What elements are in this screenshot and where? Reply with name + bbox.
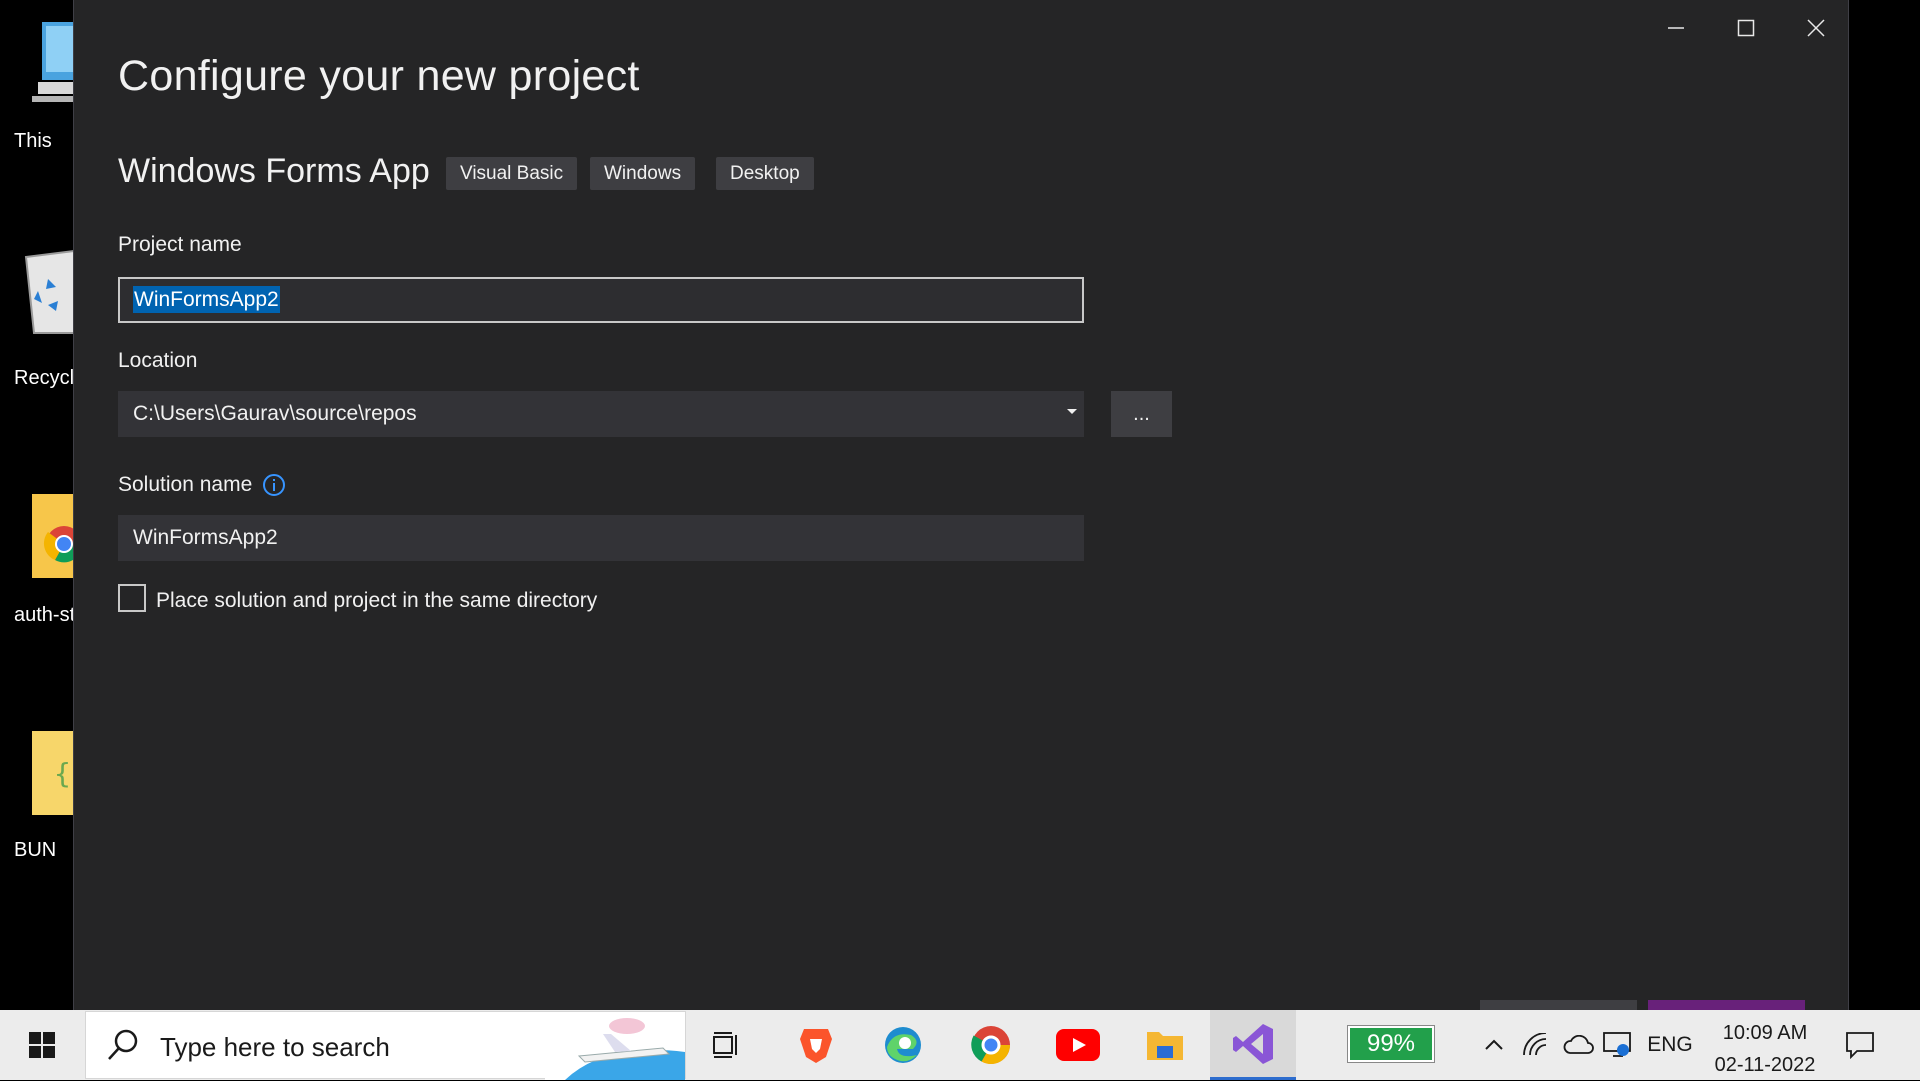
cloud-icon	[1563, 1035, 1594, 1054]
taskbar-file-explorer[interactable]	[1122, 1010, 1208, 1080]
visual-studio-icon	[1233, 1023, 1273, 1064]
folder-icon	[1147, 1032, 1183, 1060]
page-title: Configure your new project	[118, 52, 640, 100]
configure-project-dialog: Configure your new project Windows Forms…	[73, 0, 1849, 1020]
system-clock[interactable]: 10:09 AM 02-11-2022	[1705, 1017, 1825, 1081]
search-highlight-airplane-icon	[545, 1012, 685, 1080]
brave-icon	[800, 1029, 832, 1063]
clock-date: 02-11-2022	[1714, 1054, 1816, 1076]
edge-icon	[885, 1027, 921, 1063]
location-combobox[interactable]: C:\Users\Gaurav\source\repos	[118, 391, 1084, 437]
taskbar: Type here to search 99% ENG 10:09 AM 02-…	[0, 1010, 1920, 1080]
maximize-button[interactable]	[1718, 10, 1774, 46]
same-directory-checkbox[interactable]	[118, 584, 146, 612]
minimize-icon	[1668, 27, 1684, 29]
folder-icon: {}	[32, 731, 76, 815]
location-label: Location	[118, 349, 198, 372]
info-icon[interactable]	[262, 473, 286, 497]
youtube-icon	[1056, 1029, 1100, 1061]
taskbar-search-box[interactable]: Type here to search	[85, 1011, 686, 1080]
clock-time: 10:09 AM	[1722, 1022, 1808, 1044]
project-name-label: Project name	[118, 233, 242, 256]
show-hidden-icons-button[interactable]	[1474, 1010, 1514, 1080]
solution-name-label-row: Solution name	[118, 473, 286, 497]
taskbar-visual-studio[interactable]	[1210, 1010, 1296, 1080]
same-directory-label[interactable]: Place solution and project in the same d…	[156, 589, 597, 613]
taskbar-brave[interactable]	[773, 1010, 859, 1080]
windows-logo-icon	[29, 1032, 55, 1058]
task-view-icon	[713, 1032, 737, 1058]
taskbar-task-view[interactable]	[685, 1010, 771, 1080]
location-value: C:\Users\Gaurav\source\repos	[133, 402, 417, 425]
computer-icon	[32, 22, 76, 102]
notification-icon	[1846, 1032, 1874, 1059]
platform-tag: Windows	[590, 157, 696, 190]
network-button[interactable]	[1516, 1010, 1556, 1080]
recycle-bin-icon	[24, 249, 75, 334]
onedrive-button[interactable]	[1558, 1010, 1598, 1080]
battery-indicator[interactable]: 99%	[1347, 1025, 1435, 1063]
solution-name-label: Solution name	[118, 473, 253, 496]
taskbar-youtube[interactable]	[1035, 1010, 1121, 1080]
input-language[interactable]: ENG	[1640, 1010, 1700, 1080]
search-icon	[108, 1029, 138, 1060]
maximize-icon	[1737, 19, 1755, 37]
solution-name-value: WinFormsApp2	[133, 526, 278, 549]
search-placeholder: Type here to search	[160, 1032, 390, 1062]
project-name-input[interactable]: WinFormsApp2	[118, 277, 1084, 323]
selected-text: WinFormsApp2	[133, 286, 280, 313]
taskbar-edge[interactable]	[860, 1010, 946, 1080]
action-center-button[interactable]	[1830, 1010, 1890, 1080]
update-status-button[interactable]	[1598, 1010, 1638, 1080]
solution-name-input[interactable]: WinFormsApp2	[118, 515, 1084, 561]
chevron-down-icon[interactable]	[1066, 408, 1078, 416]
start-button[interactable]	[0, 1010, 84, 1080]
wifi-icon	[1523, 1033, 1547, 1056]
template-name: Windows Forms App	[118, 152, 430, 190]
chevron-up-icon	[1485, 1039, 1503, 1050]
folder-icon	[32, 494, 76, 578]
language-tag: Visual Basic	[446, 157, 578, 190]
minimize-button[interactable]	[1648, 10, 1704, 46]
close-icon	[1807, 19, 1825, 37]
project-type-tag: Desktop	[716, 157, 814, 190]
monitor-sync-icon	[1603, 1032, 1631, 1057]
browse-button[interactable]: ...	[1111, 391, 1172, 437]
taskbar-chrome[interactable]	[948, 1010, 1034, 1080]
close-button[interactable]	[1788, 10, 1844, 46]
chrome-icon	[971, 1026, 1011, 1065]
